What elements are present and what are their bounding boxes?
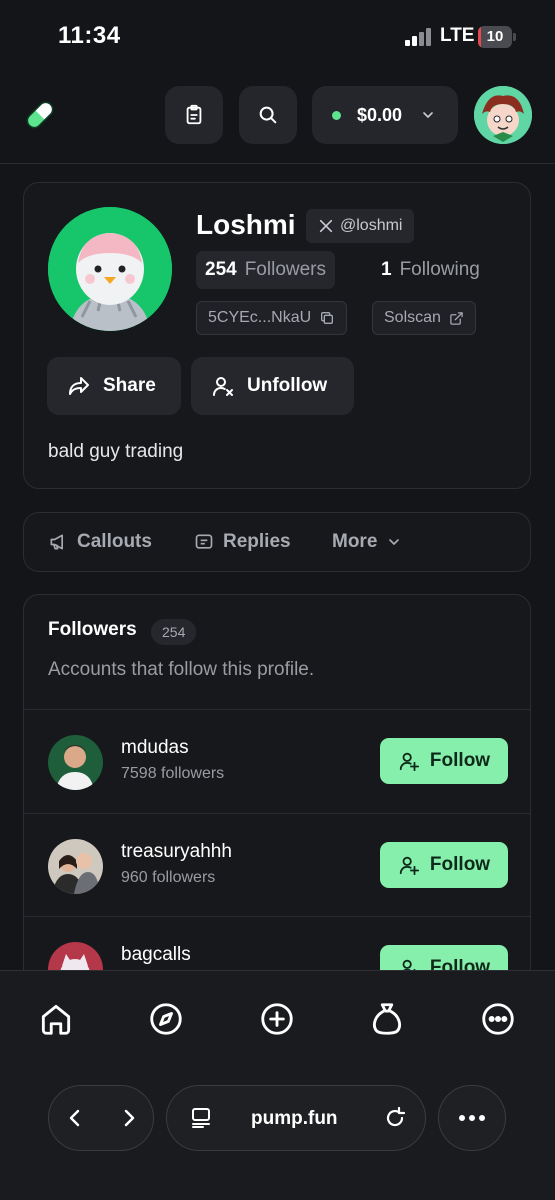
plus-circle-icon xyxy=(261,1003,293,1035)
tab-replies[interactable]: Replies xyxy=(194,513,291,571)
list-item[interactable]: treasuryahhh 960 followers Follow xyxy=(24,814,530,917)
followers-count-badge: 254 xyxy=(151,619,197,645)
search-button[interactable] xyxy=(239,86,297,144)
clipboard-button[interactable] xyxy=(165,86,223,144)
following-label: Following xyxy=(399,259,480,280)
more-circle-icon xyxy=(482,1003,514,1035)
tab-callouts-label: Callouts xyxy=(77,531,152,552)
clipboard-icon xyxy=(186,104,202,125)
followers-card: Followers 254 Accounts that follow this … xyxy=(23,594,531,1014)
status-bar: 11:34 LTE 10 xyxy=(0,0,555,70)
forward-icon[interactable] xyxy=(117,1106,141,1130)
x-handle-link[interactable]: @loshmi xyxy=(306,209,415,243)
reload-icon[interactable] xyxy=(383,1106,407,1130)
profile-card: Loshmi @loshmi 254 Followers 1 Following… xyxy=(23,182,531,489)
search-icon xyxy=(259,106,277,124)
network-label: LTE xyxy=(440,25,475,46)
header-divider xyxy=(0,163,555,164)
top-nav: $0.00 xyxy=(0,84,555,146)
tabs-icon[interactable] xyxy=(189,1106,213,1130)
home-tab[interactable] xyxy=(36,999,76,1039)
portfolio-tab[interactable] xyxy=(367,999,407,1039)
app-screen: 11:34 LTE 10 $0.00 Loshmi @loshmi 254 Fo… xyxy=(0,0,555,1200)
profile-name: Loshmi xyxy=(196,209,296,240)
share-arrow-icon xyxy=(69,377,89,395)
tab-replies-label: Replies xyxy=(223,531,291,552)
following-count: 1 xyxy=(381,259,392,280)
home-icon xyxy=(41,1004,71,1035)
signal-icon xyxy=(405,28,433,46)
user-x-icon xyxy=(213,377,233,396)
chevron-down-icon xyxy=(423,112,433,118)
follow-button[interactable]: Follow xyxy=(380,738,508,784)
user-avatar[interactable] xyxy=(474,86,532,144)
solscan-link[interactable]: Solscan xyxy=(372,301,476,335)
followers-title: Followers xyxy=(48,619,137,640)
profile-avatar xyxy=(48,207,172,331)
following-stat[interactable]: 1 Following xyxy=(372,251,489,289)
create-tab[interactable] xyxy=(257,999,297,1039)
browser-menu-button[interactable] xyxy=(438,1085,506,1151)
browser-nav xyxy=(48,1085,154,1151)
avatar[interactable] xyxy=(48,839,103,894)
share-button[interactable]: Share xyxy=(47,357,181,415)
pill-logo-icon[interactable] xyxy=(22,97,58,133)
user-plus-icon xyxy=(399,856,420,876)
profile-bio: bald guy trading xyxy=(48,441,184,462)
x-handle-text: @loshmi xyxy=(340,217,403,234)
unfollow-button[interactable]: Unfollow xyxy=(191,357,354,415)
tab-more[interactable]: More xyxy=(332,513,402,571)
list-item[interactable]: mdudas 7598 followers Follow xyxy=(24,710,530,813)
battery-level: 10 xyxy=(486,28,504,45)
follower-count: 960 followers xyxy=(121,869,216,886)
chevron-down-icon xyxy=(389,539,400,545)
ellipsis-icon xyxy=(459,1115,485,1121)
solscan-label: Solscan xyxy=(384,309,441,326)
user-plus-icon xyxy=(399,752,420,772)
follower-name[interactable]: bagcalls xyxy=(121,944,191,966)
follow-label: Follow xyxy=(429,854,491,875)
bottom-bar: pump.fun xyxy=(0,970,555,1200)
explore-tab[interactable] xyxy=(146,999,186,1039)
unfollow-label: Unfollow xyxy=(247,375,328,396)
followers-subtitle: Accounts that follow this profile. xyxy=(48,659,315,680)
battery-icon: 10 xyxy=(478,26,516,48)
follower-name[interactable]: mdudas xyxy=(121,737,189,759)
copy-icon[interactable] xyxy=(319,310,335,326)
back-icon[interactable] xyxy=(63,1106,87,1130)
x-logo-icon xyxy=(319,219,333,233)
wallet-balance: $0.00 xyxy=(357,105,403,125)
share-label: Share xyxy=(103,375,156,396)
follow-button[interactable]: Follow xyxy=(380,842,508,888)
avatar[interactable] xyxy=(48,735,103,790)
message-icon xyxy=(195,534,213,549)
wallet-button[interactable]: $0.00 xyxy=(312,86,458,144)
megaphone-icon xyxy=(50,534,64,550)
status-time: 11:34 xyxy=(58,22,121,49)
tab-callouts[interactable]: Callouts xyxy=(48,513,152,571)
external-link-icon xyxy=(450,311,463,325)
followers-count: 254 xyxy=(205,259,237,280)
more-tab[interactable] xyxy=(478,999,518,1039)
money-bag-icon xyxy=(373,1003,401,1035)
wallet-address-chip[interactable]: 5CYEc...NkaU xyxy=(196,301,348,335)
compass-icon xyxy=(150,1003,182,1035)
url-text: pump.fun xyxy=(251,1108,338,1129)
tab-more-label: More xyxy=(332,531,378,552)
wallet-status-dot xyxy=(332,111,341,120)
follower-count: 7598 followers xyxy=(121,765,225,782)
followers-stat[interactable]: 254 Followers xyxy=(196,251,336,289)
profile-tabs: Callouts Replies More xyxy=(23,512,531,572)
followers-label: Followers xyxy=(244,259,327,280)
url-bar[interactable]: pump.fun xyxy=(166,1085,426,1151)
follower-name[interactable]: treasuryahhh xyxy=(121,841,232,863)
wallet-address: 5CYEc...NkaU xyxy=(208,309,312,326)
follow-label: Follow xyxy=(429,750,491,771)
